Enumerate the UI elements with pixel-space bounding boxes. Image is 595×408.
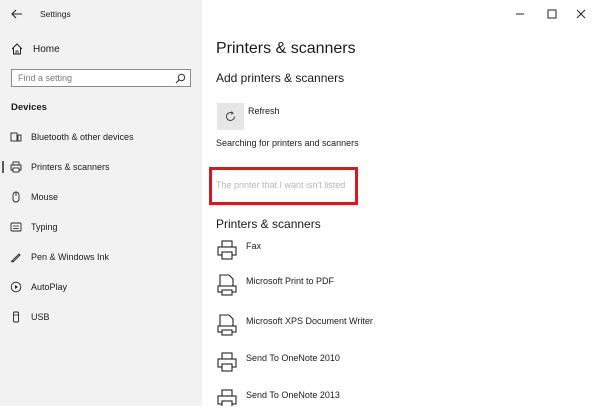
bluetooth-devices-icon (10, 132, 22, 142)
sidebar-item-typing[interactable]: Typing (0, 214, 202, 240)
sidebar-item-usb[interactable]: USB (0, 304, 202, 330)
find-setting-search-box[interactable]: Find a setting (11, 69, 191, 87)
printer-name: Microsoft Print to PDF (246, 276, 335, 286)
sidebar-item-label: Mouse (31, 192, 59, 202)
sidebar-item-printers-scanners[interactable]: Printers & scanners (0, 154, 202, 180)
printer-icon (217, 352, 237, 372)
sidebar-item-autoplay[interactable]: AutoPlay (0, 274, 202, 300)
minimize-icon[interactable] (513, 7, 527, 21)
printer-item-xps-writer[interactable]: Microsoft XPS Document Writer (216, 313, 576, 339)
autoplay-icon (10, 281, 22, 293)
home-icon (11, 43, 23, 55)
sidebar-item-label: USB (31, 312, 50, 322)
printer-name: Fax (246, 241, 262, 251)
printer-item-fax[interactable]: Fax (216, 238, 576, 264)
document-printer-icon (217, 314, 237, 336)
printer-name: Send To OneNote 2013 (246, 390, 340, 400)
sidebar-item-label: Printers & scanners (31, 162, 110, 172)
sidebar-item-mouse[interactable]: Mouse (0, 184, 202, 210)
keyboard-icon (10, 222, 22, 232)
add-printers-heading: Add printers & scanners (216, 71, 345, 85)
app-title: Settings (40, 9, 71, 19)
printer-item-onenote-2010[interactable]: Send To OneNote 2010 (216, 350, 576, 376)
printers-list-heading: Printers & scanners (216, 217, 321, 231)
sidebar-item-label: Typing (31, 222, 58, 232)
refresh-icon (226, 111, 235, 121)
printer-name: Microsoft XPS Document Writer (246, 316, 373, 326)
printer-icon (217, 389, 237, 406)
printer-icon (10, 161, 22, 173)
searching-status: Searching for printers and scanners (216, 138, 359, 148)
sidebar-item-pen-ink[interactable]: Pen & Windows Ink (0, 244, 202, 270)
back-arrow-icon[interactable] (9, 6, 25, 22)
printer-item-print-to-pdf[interactable]: Microsoft Print to PDF (216, 273, 576, 299)
devices-section-header: Devices (11, 102, 47, 113)
home-nav[interactable]: Home (10, 42, 60, 56)
usb-icon (13, 311, 19, 323)
printer-item-onenote-2013[interactable]: Send To OneNote 2013 (216, 387, 576, 406)
pen-icon (10, 253, 21, 263)
maximize-icon[interactable] (545, 7, 559, 21)
fax-printer-icon (217, 240, 237, 260)
printer-name: Send To OneNote 2010 (246, 353, 340, 363)
sidebar-item-label: Bluetooth & other devices (31, 132, 134, 142)
sidebar: Settings Home Find a setting Devices Blu… (0, 0, 202, 406)
sidebar-item-bluetooth[interactable]: Bluetooth & other devices (0, 124, 202, 150)
sidebar-item-label: Pen & Windows Ink (31, 252, 110, 262)
highlight-annotation-box (209, 167, 358, 205)
close-icon[interactable] (574, 7, 588, 21)
refresh-button[interactable] (217, 103, 244, 130)
page-title: Printers & scanners (216, 40, 356, 57)
main-content: Printers & scanners Add printers & scann… (202, 0, 593, 406)
mouse-icon (12, 191, 20, 203)
refresh-label[interactable]: Refresh (248, 106, 280, 116)
home-label: Home (33, 43, 60, 55)
search-icon[interactable] (175, 73, 186, 84)
search-placeholder: Find a setting (18, 73, 73, 83)
sidebar-item-label: AutoPlay (31, 282, 68, 292)
document-printer-icon (217, 274, 237, 296)
